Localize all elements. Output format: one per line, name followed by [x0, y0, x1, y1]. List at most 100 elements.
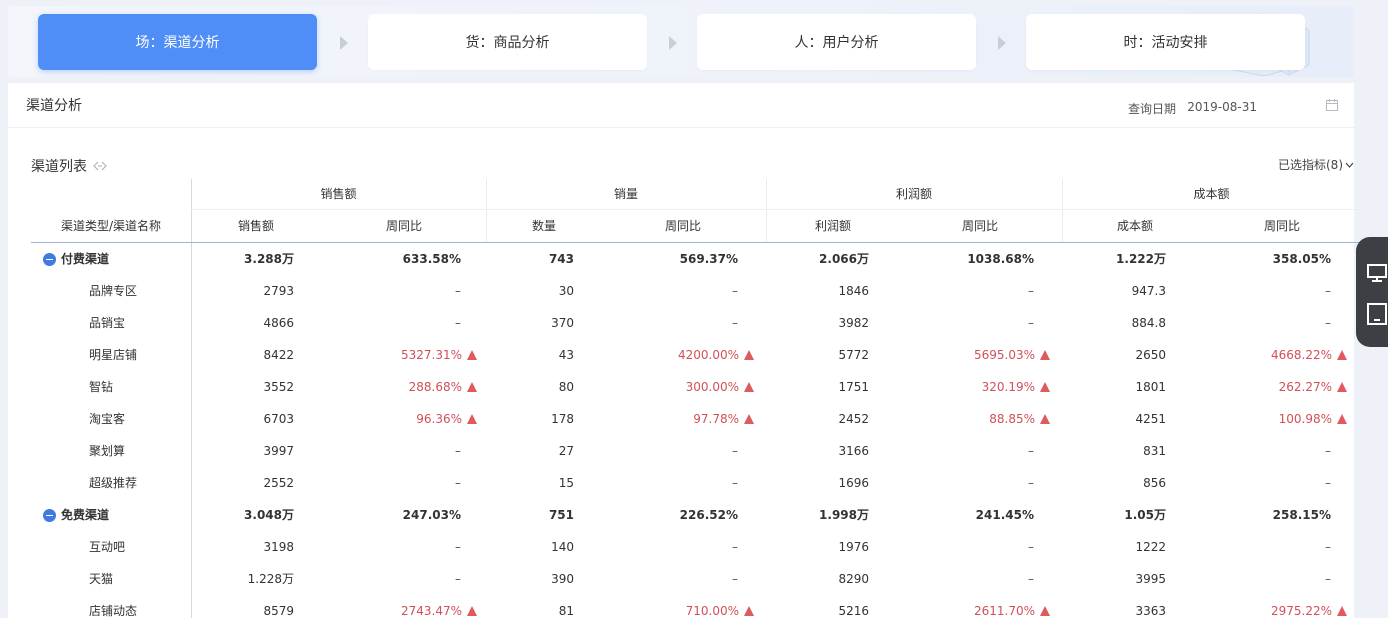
value-cell: 3995 — [1046, 563, 1166, 595]
minus-circle-icon[interactable] — [43, 508, 56, 522]
tablet-icon[interactable] — [1367, 303, 1387, 325]
link-icon[interactable] — [93, 161, 107, 171]
column-header[interactable]: 利润额 — [793, 210, 873, 243]
cell-text: 3982 — [838, 316, 869, 330]
cell-text: 569.37% — [679, 252, 738, 266]
column-header[interactable]: 周同比 — [643, 210, 723, 243]
wow-rate-cell: – — [914, 467, 1034, 499]
channel-name-text: 天猫 — [89, 572, 114, 586]
wow-rate-cell: – — [914, 307, 1034, 339]
table-row: 品牌专区 2793 – 30 – 1846 – 947.3 – — [31, 275, 1361, 307]
cell-text: 358.05% — [1272, 252, 1331, 266]
cell-text: 3363 — [1135, 604, 1166, 618]
cell-text: – — [1325, 476, 1331, 490]
monitor-icon[interactable] — [1367, 263, 1387, 283]
cell-text: 5695.03% — [973, 348, 1035, 362]
wow-rate-cell: 4200.00% — [634, 339, 754, 371]
tab-label: 场：渠道分析 — [135, 35, 220, 51]
table-group-header: 销售额 销量 利润额 成本额 — [191, 179, 1361, 210]
cell-text: 856 — [1143, 476, 1166, 490]
query-date-label: 查询日期 — [1127, 102, 1176, 116]
cell-text: 30 — [558, 284, 574, 298]
wow-rate-cell: 4668.22% — [1227, 339, 1347, 371]
cell-text: 247.03% — [402, 508, 461, 522]
wow-rate-cell: 569.37% — [618, 243, 738, 275]
wow-rate-cell: – — [341, 531, 461, 563]
column-header[interactable]: 销售额 — [216, 210, 296, 243]
wow-rate-cell: 262.27% — [1227, 371, 1347, 403]
tab-product-analysis[interactable]: 货：商品分析 — [368, 14, 647, 70]
channel-group-name[interactable]: 付费渠道 — [43, 243, 191, 275]
cell-text: 43 — [558, 348, 574, 362]
wow-rate-cell: 633.58% — [341, 243, 461, 275]
channel-name: 店铺动态 — [43, 595, 191, 618]
column-header[interactable]: 成本额 — [1095, 210, 1175, 243]
value-cell: 3982 — [749, 307, 869, 339]
tab-activity-schedule[interactable]: 时：活动安排 — [1026, 14, 1305, 70]
cell-text: 3166 — [838, 444, 869, 458]
cell-text: 633.58% — [402, 252, 461, 266]
tab-channel-analysis[interactable]: 场：渠道分析 — [38, 14, 317, 70]
wow-rate-cell: – — [1211, 307, 1331, 339]
column-header-channel-name: 渠道类型/渠道名称 — [60, 219, 162, 233]
cell-text: 947.3 — [1131, 284, 1166, 298]
cell-text: 2611.70% — [973, 604, 1035, 618]
cell-text: – — [732, 316, 738, 330]
minus-circle-icon[interactable] — [43, 252, 56, 266]
cell-text: 8290 — [838, 572, 869, 586]
cell-text: 1.228万 — [247, 572, 294, 586]
value-cell: 5772 — [749, 339, 869, 371]
wow-rate-cell: – — [914, 563, 1034, 595]
wow-rate-cell: 1038.68% — [914, 243, 1034, 275]
channel-name: 品销宝 — [43, 307, 191, 339]
wow-rate-cell: 320.19% — [930, 371, 1050, 403]
column-header[interactable]: 周同比 — [940, 210, 1020, 243]
wow-rate-cell: – — [618, 467, 738, 499]
tab-user-analysis[interactable]: 人：用户分析 — [697, 14, 976, 70]
cell-text: 3997 — [263, 444, 294, 458]
table-column-header: 渠道类型/渠道名称 销售额 周同比 数量 周同比 利润额 周同比 成本额 周同比 — [31, 210, 1361, 243]
wow-rate-cell: 88.85% — [930, 403, 1050, 435]
cell-text: 300.00% — [685, 380, 739, 394]
cell-text: – — [1325, 572, 1331, 586]
step-arrow-icon — [998, 36, 1006, 50]
value-cell: 1846 — [749, 275, 869, 307]
cell-text: – — [732, 540, 738, 554]
group-name-text: 免费渠道 — [61, 508, 110, 522]
table-row: 店铺动态 8579 2743.47% 81 710.00% 5216 2611.70% 336… — [31, 595, 1361, 618]
channel-name-text: 聚划算 — [89, 444, 126, 458]
cell-text: 390 — [551, 572, 574, 586]
table-row: 互动吧 3198 – 140 – 1976 – 1222 – — [31, 531, 1361, 563]
value-cell: 1.05万 — [1046, 499, 1166, 531]
calendar-icon[interactable] — [1326, 99, 1338, 111]
cell-text: – — [732, 572, 738, 586]
value-cell: 80 — [454, 371, 574, 403]
value-cell: 3.048万 — [174, 499, 294, 531]
selected-metrics-dropdown[interactable]: 已选指标(8) — [1278, 156, 1354, 173]
cell-text: 88.85% — [989, 412, 1035, 426]
cell-text: 1.222万 — [1116, 252, 1166, 266]
value-cell: 4251 — [1046, 403, 1166, 435]
value-cell: 831 — [1046, 435, 1166, 467]
channel-name: 互动吧 — [43, 531, 191, 563]
value-cell: 370 — [454, 307, 574, 339]
cell-text: 178 — [551, 412, 574, 426]
cell-text: 258.15% — [1272, 508, 1331, 522]
cell-text: 140 — [551, 540, 574, 554]
cell-text: 15 — [558, 476, 574, 490]
cell-text: 2650 — [1135, 348, 1166, 362]
column-header[interactable]: 周同比 — [364, 210, 444, 243]
channel-group-name[interactable]: 免费渠道 — [43, 499, 191, 531]
column-header[interactable]: 周同比 — [1242, 210, 1322, 243]
cell-text: 2552 — [263, 476, 294, 490]
query-date-picker[interactable]: 2019-08-31 — [1187, 100, 1257, 114]
column-header[interactable]: 数量 — [504, 210, 584, 243]
wow-rate-cell: 258.15% — [1211, 499, 1331, 531]
wow-rate-cell: – — [341, 307, 461, 339]
table-row: 淘宝客 6703 96.36% 178 97.78% 2452 88.85% 4251 100.… — [31, 403, 1361, 435]
cell-text: 4251 — [1135, 412, 1166, 426]
value-cell: 4866 — [174, 307, 294, 339]
cell-text: 4200.00% — [677, 348, 739, 362]
cell-text: – — [1325, 444, 1331, 458]
floating-device-toolbar[interactable] — [1356, 237, 1388, 347]
